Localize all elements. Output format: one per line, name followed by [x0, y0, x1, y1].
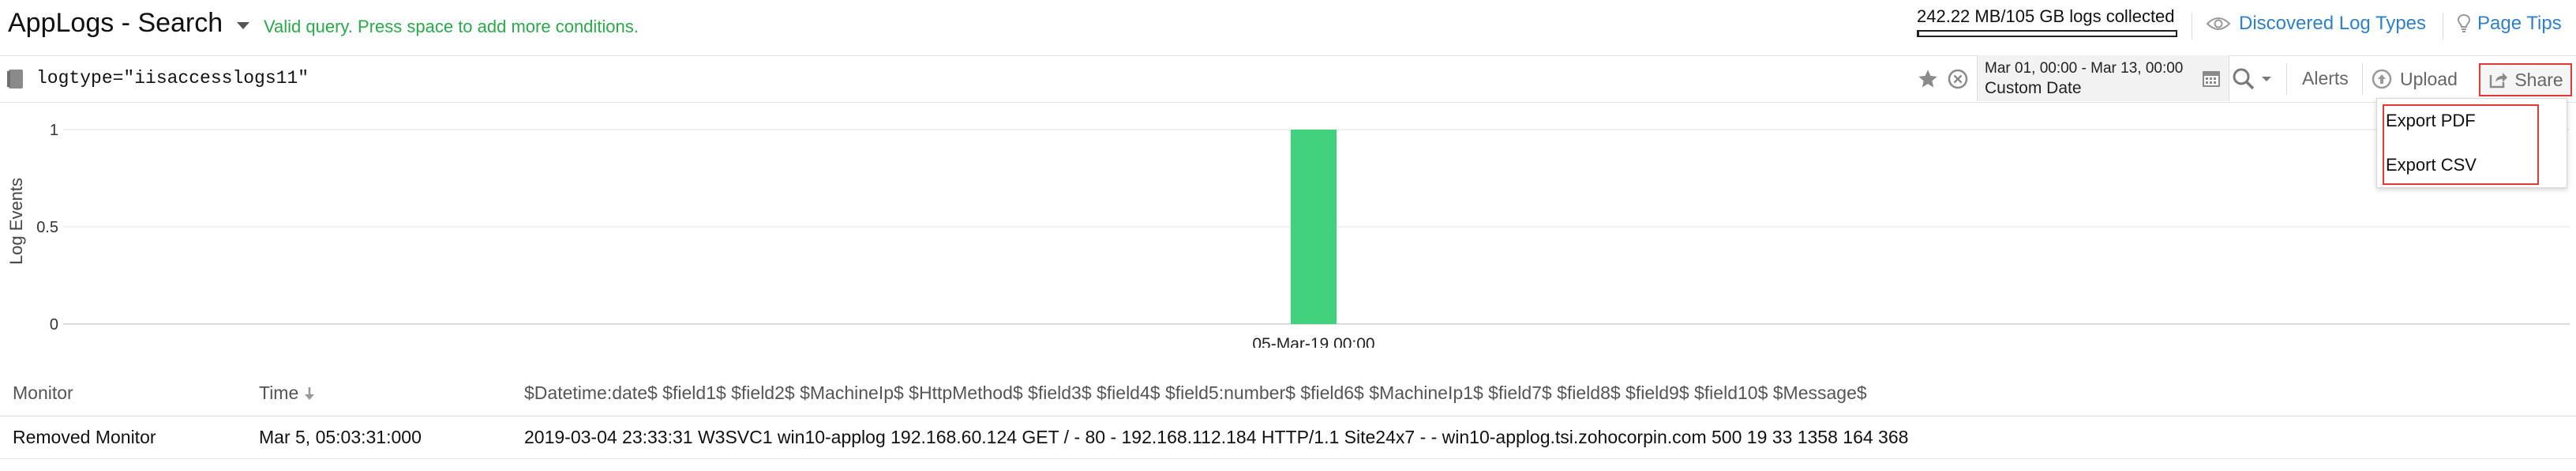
x-tick-label: 05-Mar-19 00:00: [1252, 335, 1374, 348]
logs-usage-bar: [1917, 30, 2177, 37]
eye-icon: [2206, 16, 2231, 32]
share-button[interactable]: Share: [2479, 63, 2572, 96]
title-dropdown-caret-icon[interactable]: [237, 22, 249, 29]
chart-bars: [1291, 130, 1337, 324]
saved-queries-icon[interactable]: [6, 68, 25, 90]
column-header-time[interactable]: Time: [259, 382, 316, 404]
query-status-message: Valid query. Press space to add more con…: [264, 17, 639, 36]
toolbar-divider: [2362, 63, 2363, 95]
table-cell-message[interactable]: 2019-03-04 23:33:31 W3SVC1 win10-applog …: [524, 427, 1908, 448]
date-range-label: Custom Date: [1985, 79, 2082, 97]
table-row-divider: [0, 458, 2576, 459]
share-label: Share: [2514, 69, 2563, 90]
table-cell-time: Mar 5, 05:03:31:000: [259, 427, 422, 447]
export-pdf-menu-item[interactable]: Export PDF: [2386, 111, 2476, 131]
lightbulb-icon: [2457, 13, 2471, 34]
page-tips-label: Page Tips: [2477, 13, 2562, 34]
clear-query-icon[interactable]: [1947, 68, 1969, 90]
sort-arrow-down-icon: [303, 386, 316, 401]
search-button[interactable]: [2231, 63, 2280, 95]
page-title: AppLogs - Search: [8, 8, 223, 38]
page-tips-link[interactable]: Page Tips: [2457, 13, 2562, 35]
chart-bar[interactable]: [1291, 130, 1337, 324]
toolbar-divider: [2286, 63, 2287, 95]
discovered-log-types-link[interactable]: Discovered Log Types: [2206, 13, 2426, 35]
y-tick-label: 0.5: [36, 219, 58, 236]
logs-usage-fill: [1918, 32, 1919, 36]
query-input[interactable]: [36, 63, 1899, 93]
upload-icon: [2372, 69, 2392, 89]
logs-usage-text: 242.22 MB/105 GB logs collected: [1917, 6, 2175, 26]
date-range-text: Mar 01, 00:00 - Mar 13, 00:00: [1985, 60, 2184, 77]
chevron-down-icon: [2261, 75, 2272, 83]
share-icon: [2488, 70, 2508, 89]
discovered-log-types-label: Discovered Log Types: [2239, 13, 2427, 34]
y-tick-label: 1: [50, 122, 58, 139]
alerts-button[interactable]: Alerts: [2302, 68, 2349, 89]
star-icon[interactable]: [1917, 68, 1939, 90]
table-cell-monitor: Removed Monitor: [13, 427, 156, 447]
upload-label: Upload: [2400, 68, 2458, 89]
log-events-chart: 00.51 Log Events 05-Mar-19 00:00: [6, 122, 2570, 348]
x-axis-ticks: 05-Mar-19 00:00: [1252, 335, 1374, 348]
calendar-icon[interactable]: [2201, 68, 2222, 89]
search-icon: [2231, 66, 2256, 92]
column-header-monitor[interactable]: Monitor: [13, 382, 73, 404]
column-header-time-label: Time: [259, 382, 299, 403]
y-tick-label: 0: [50, 316, 58, 333]
y-axis-ticks: 00.51: [36, 122, 58, 333]
export-csv-menu-item[interactable]: Export CSV: [2386, 155, 2477, 175]
column-header-message-fields[interactable]: $Datetime:date$ $field1$ $field2$ $Machi…: [524, 382, 1867, 404]
y-axis-label: Log Events: [6, 178, 26, 265]
upload-button[interactable]: Upload: [2372, 63, 2458, 95]
